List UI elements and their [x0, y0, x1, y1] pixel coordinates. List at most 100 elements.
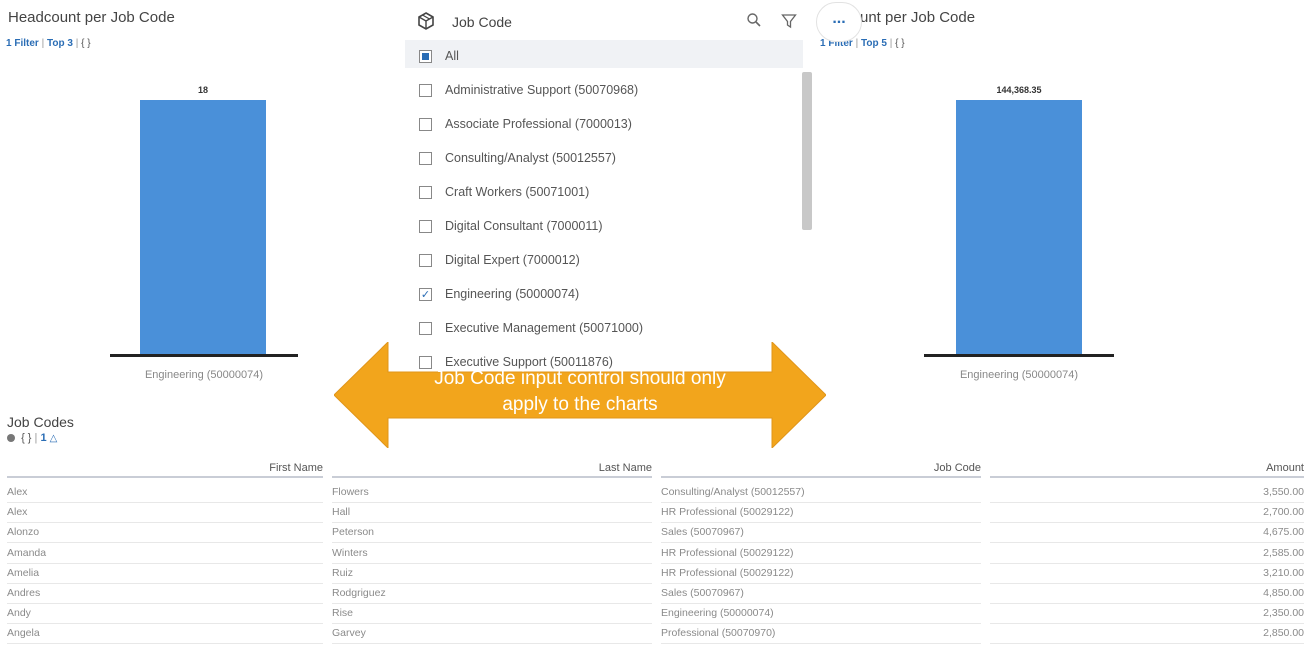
right-chart-baseline	[924, 354, 1114, 357]
left-bar-engineering[interactable]	[140, 100, 266, 354]
header-rule	[332, 476, 652, 478]
table-cell: 2,585.00	[1263, 546, 1304, 559]
left-bar-category-label: Engineering (50000074)	[144, 369, 264, 381]
table-cell: Andres	[7, 587, 41, 599]
dropdown-item-label: Engineering (50000074)	[445, 287, 580, 301]
table-cell: Garvey	[332, 627, 366, 640]
dropdown-item-label: All	[445, 49, 459, 63]
row-divider	[7, 582, 323, 584]
table-cell: Engineering (50000074)	[661, 607, 774, 620]
checkbox[interactable]	[419, 321, 432, 335]
more-button[interactable]: ...	[816, 2, 862, 42]
dropdown-title: Job Code	[452, 14, 512, 30]
dropdown-item[interactable]: Executive Management (50071000)	[419, 315, 643, 341]
row-divider	[7, 603, 323, 604]
dropdown-item[interactable]: Associate Professional (7000013)	[419, 111, 632, 137]
column-header[interactable]: First Name	[7, 462, 323, 474]
row-divider	[990, 623, 1304, 625]
table-count[interactable]: 1	[40, 432, 46, 444]
table-toolbar: { } | 1 △	[7, 432, 57, 444]
table-cell: 2,350.00	[1263, 607, 1304, 620]
dropdown-header: Job Code	[405, 0, 815, 44]
checkbox[interactable]	[419, 253, 432, 267]
dropdown-item[interactable]: All	[419, 43, 459, 69]
search-icon[interactable]	[746, 12, 762, 33]
table-cell: Rise	[332, 607, 354, 620]
table-cell: Amelia	[7, 566, 40, 579]
checkbox[interactable]	[419, 151, 432, 165]
filter-icon[interactable]	[781, 13, 797, 34]
left-chart-title: Headcount per Job Code	[8, 9, 175, 26]
table-cell: Sales (50070967)	[661, 526, 744, 539]
table-cell: Professional (50070970)	[661, 627, 776, 640]
checkbox[interactable]	[419, 219, 432, 233]
row-divider	[990, 582, 1304, 584]
dropdown-item-label: Digital Expert (7000012)	[445, 253, 580, 267]
table-cell: Amanda	[7, 546, 47, 559]
row-divider	[7, 562, 323, 564]
left-chart-baseline	[110, 354, 298, 357]
table-cell: Flowers	[332, 486, 369, 498]
checkbox[interactable]: ✓	[419, 287, 432, 301]
table-cell: Alonzo	[7, 526, 40, 539]
row-divider	[661, 603, 981, 604]
checkbox[interactable]	[419, 49, 432, 63]
right-bar-category-label: Engineering (50000074)	[959, 369, 1079, 381]
annotation-text: Job Code input control should only apply…	[334, 366, 826, 418]
dropdown-item[interactable]: ✓ Engineering (50000074)	[419, 281, 579, 307]
table-cell: Ruiz	[332, 566, 354, 579]
header-rule	[661, 476, 981, 478]
row-divider	[7, 643, 323, 645]
checkbox[interactable]	[419, 185, 432, 199]
left-filter-link[interactable]: 1 Filter	[6, 38, 39, 49]
left-top-link[interactable]: Top 3	[47, 38, 73, 49]
dropdown-scrollbar[interactable]	[802, 72, 812, 230]
dropdown-item[interactable]: Craft Workers (50071001)	[419, 179, 589, 205]
dropdown-item-label: Consulting/Analyst (50012557)	[445, 151, 616, 165]
job-code-dropdown[interactable]: Job Code All Administrative Support (5007…	[405, 0, 815, 380]
row-divider	[661, 522, 981, 524]
dropdown-item[interactable]: Consulting/Analyst (50012557)	[419, 145, 616, 171]
header-rule	[7, 476, 323, 478]
row-divider	[7, 522, 323, 524]
table-cell: HR Professional (50029122)	[661, 506, 794, 519]
left-bar-value-label: 18	[197, 85, 208, 95]
table-cell: HR Professional (50029122)	[661, 566, 794, 579]
checkbox[interactable]	[419, 83, 432, 97]
row-divider	[661, 643, 981, 645]
row-divider	[990, 562, 1304, 564]
table-cell: Andy	[7, 607, 31, 620]
left-braces: { }	[81, 38, 91, 49]
row-divider	[661, 562, 981, 564]
dropdown-item-label: Executive Management (50071000)	[445, 321, 644, 335]
table-cell: Alex	[7, 486, 28, 498]
all-row-highlight	[405, 40, 803, 68]
dropdown-item[interactable]: Digital Consultant (7000011)	[419, 213, 603, 239]
column-header[interactable]: Job Code	[661, 462, 981, 474]
dropdown-item-label: Craft Workers (50071001)	[445, 185, 590, 199]
column-header[interactable]: Amount	[990, 462, 1304, 474]
right-braces: { }	[895, 38, 905, 49]
column-header[interactable]: Last Name	[332, 462, 652, 474]
row-divider	[661, 582, 981, 584]
table-cell: Rodgriguez	[332, 587, 386, 599]
annotation-line-1: Job Code input control should only	[434, 368, 726, 389]
table-cell: 3,550.00	[1263, 486, 1304, 498]
header-rule	[990, 476, 1304, 478]
settings-icon[interactable]	[7, 434, 15, 443]
table-braces: { }	[21, 432, 32, 444]
row-divider	[661, 623, 981, 625]
table-title: Job Codes	[7, 414, 74, 430]
dropdown-item-label: Digital Consultant (7000011)	[445, 219, 603, 233]
dropdown-item[interactable]: Administrative Support (50070968)	[419, 77, 638, 103]
right-top-link[interactable]: Top 5	[861, 38, 887, 49]
right-bar-engineering[interactable]	[956, 100, 1082, 354]
table-cell: 2,700.00	[1263, 506, 1304, 519]
dropdown-item[interactable]: Digital Expert (7000012)	[419, 247, 580, 273]
checkbox[interactable]	[419, 117, 432, 131]
row-divider	[7, 502, 323, 503]
cube-icon	[417, 12, 435, 35]
dropdown-item-label: Administrative Support (50070968)	[445, 83, 639, 97]
row-divider	[332, 623, 652, 625]
row-divider	[332, 582, 652, 584]
